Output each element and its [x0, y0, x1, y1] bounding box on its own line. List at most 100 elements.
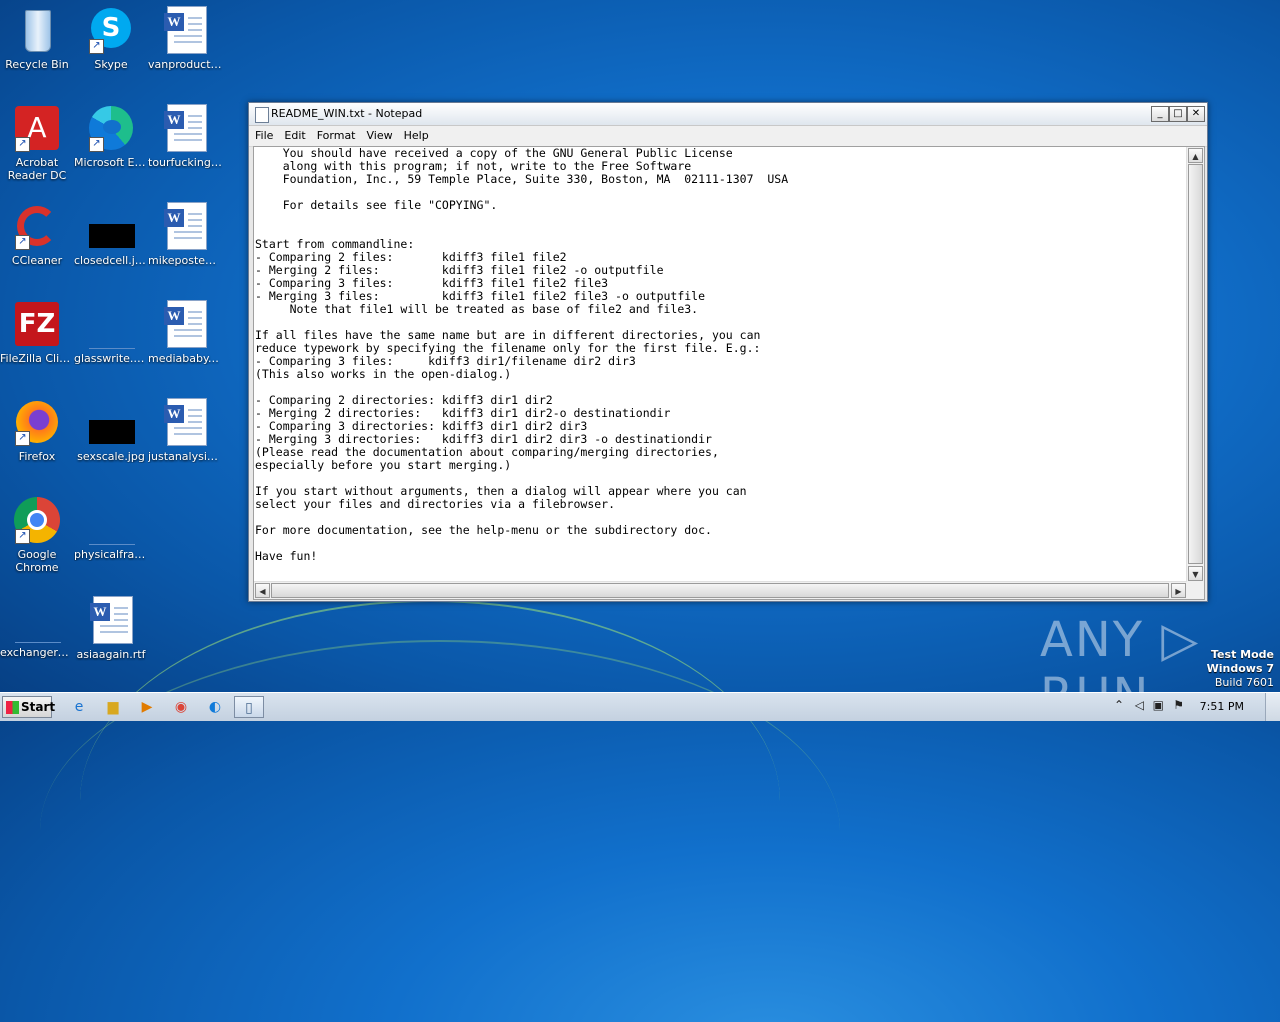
menu-bar: File Edit Format View Help — [249, 126, 1207, 147]
show-desktop-button[interactable] — [1265, 693, 1280, 721]
desktop-icon-sexscale[interactable]: sexscale.jpg — [74, 398, 148, 463]
edge-icon[interactable]: ◐ — [202, 696, 228, 718]
desktop-icon-label: justanalysis.... — [148, 450, 222, 463]
desktop-icon-label: exchangere... — [0, 646, 74, 659]
resize-grip[interactable] — [1187, 582, 1204, 599]
document-text[interactable]: You should have received a copy of the G… — [255, 147, 1185, 579]
desktop-icon-label: Acrobat Reader DC — [7, 156, 67, 182]
desktop-icon-label: vanproduct.... — [148, 58, 222, 71]
desktop-icon-mediababy[interactable]: W mediababy.rtf — [148, 300, 222, 365]
desktop-icon-label: Recycle Bin — [5, 58, 69, 71]
menu-help[interactable]: Help — [398, 126, 434, 142]
desktop-icon-label: physicalfran... — [74, 548, 148, 561]
desktop-icon-skype[interactable]: S ↗ Skype — [74, 6, 148, 71]
menu-edit[interactable]: Edit — [278, 126, 310, 142]
test-mode-notice: Test Mode Windows 7 Build 7601 — [1207, 648, 1274, 690]
image-thumbnail-icon — [87, 496, 135, 545]
desktop-icon-label: FileZilla Client — [0, 352, 74, 365]
word-document-icon: W — [161, 300, 209, 348]
scroll-up-arrow-icon[interactable]: ▲ — [1188, 148, 1203, 163]
desktop-icon-label: glasswrite.png — [74, 352, 148, 365]
start-button[interactable]: Start — [2, 696, 56, 718]
edge-icon: ↗ — [87, 104, 135, 152]
desktop-icon-acrobat[interactable]: A ↗ Acrobat Reader DC — [0, 104, 74, 182]
desktop-icon-label: Skype — [94, 58, 128, 71]
skype-icon: S ↗ — [87, 6, 135, 54]
desktop-icon-asiaagain[interactable]: W asiaagain.rtf — [74, 596, 148, 661]
desktop-icon-label: Google Chrome — [15, 548, 59, 574]
taskbar: Start e ▆ ▶ ◉ ◐ ▯ ⌃ ◁ ▣ ⚑ 7:51 PM — [0, 692, 1280, 721]
image-thumbnail-icon — [87, 300, 135, 349]
firefox-icon: ↗ — [13, 398, 61, 446]
vertical-scrollbar[interactable]: ▲ ▼ — [1186, 147, 1204, 582]
notepad-icon — [255, 107, 269, 123]
close-button[interactable]: ✕ — [1187, 106, 1205, 122]
minimize-button[interactable]: _ — [1151, 106, 1169, 122]
title-bar[interactable]: README_WIN.txt - Notepad _ □ ✕ — [249, 103, 1207, 126]
test-mode-label: Test Mode — [1211, 648, 1274, 661]
word-document-icon: W — [87, 596, 135, 644]
text-editor[interactable]: You should have received a copy of the G… — [253, 146, 1205, 600]
desktop-icon-recycle-bin[interactable]: Recycle Bin — [0, 6, 74, 71]
notepad-window[interactable]: README_WIN.txt - Notepad _ □ ✕ File Edit F… — [248, 102, 1208, 602]
maximize-button[interactable]: □ — [1169, 106, 1187, 122]
scroll-right-arrow-icon[interactable]: ▶ — [1171, 583, 1186, 598]
scroll-left-arrow-icon[interactable]: ◀ — [255, 583, 270, 598]
word-document-icon: W — [161, 6, 209, 54]
image-thumbnail-icon — [13, 594, 61, 643]
word-document-icon: W — [161, 398, 209, 446]
notepad-taskbar-button[interactable]: ▯ — [234, 696, 264, 718]
recycle-bin-icon — [13, 6, 61, 54]
filezilla-icon: FZ — [13, 300, 61, 348]
desktop-icon-label: sexscale.jpg — [77, 450, 145, 463]
start-label: Start — [21, 700, 56, 714]
menu-format[interactable]: Format — [311, 126, 361, 142]
word-document-icon: W — [161, 104, 209, 152]
desktop-icon-filezilla[interactable]: FZ FileZilla Client — [0, 300, 74, 365]
desktop-icon-vanproduct[interactable]: W vanproduct.... — [148, 6, 222, 71]
desktop-icon-justanalysis[interactable]: W justanalysis.... — [148, 398, 222, 463]
explorer-icon[interactable]: ▆ — [100, 696, 126, 718]
desktop-icon-label: closedcell.jpg — [74, 254, 148, 267]
desktop-icon-edge[interactable]: ↗ Microsoft Edge — [74, 104, 148, 169]
desktop-icon-chrome[interactable]: ↗ Google Chrome — [0, 496, 74, 574]
desktop-icon-label: Microsoft Edge — [74, 156, 148, 169]
ccleaner-icon: ↗ — [13, 202, 61, 250]
acrobat-icon: A ↗ — [13, 104, 61, 152]
menu-file[interactable]: File — [249, 126, 278, 142]
chrome-icon: ↗ — [13, 496, 61, 544]
desktop-icon-closedcell[interactable]: closedcell.jpg — [74, 202, 148, 267]
speaker-icon[interactable]: ◁ — [1135, 698, 1144, 712]
tray-expand-icon[interactable]: ⌃ — [1114, 698, 1124, 712]
menu-view[interactable]: View — [361, 126, 398, 142]
desktop-icon-firefox[interactable]: ↗ Firefox — [0, 398, 74, 463]
desktop-icon-label: tourfucking.rtf — [148, 156, 222, 169]
build-label: Build 7601 — [1214, 676, 1274, 689]
desktop-icon-glasswrite[interactable]: glasswrite.png — [74, 300, 148, 365]
windows-version-label: Windows 7 — [1206, 662, 1274, 675]
horizontal-scroll-thumb[interactable] — [271, 583, 1169, 598]
vertical-scroll-thumb[interactable] — [1188, 164, 1203, 564]
horizontal-scrollbar[interactable]: ◀ ▶ — [254, 581, 1187, 599]
image-thumbnail-icon — [87, 398, 135, 446]
media-player-icon[interactable]: ▶ — [134, 696, 160, 718]
desktop-icon-label: mikeposted.rtf — [148, 254, 222, 267]
desktop-icon-mikeposted[interactable]: W mikeposted.rtf — [148, 202, 222, 267]
clock[interactable]: 7:51 PM — [1200, 700, 1244, 713]
network-icon[interactable]: ▣ — [1153, 698, 1164, 712]
desktop-icon-label: asiaagain.rtf — [76, 648, 146, 661]
chrome-icon[interactable]: ◉ — [168, 696, 194, 718]
desktop-icon-ccleaner[interactable]: ↗ CCleaner — [0, 202, 74, 267]
desktop-icon-tourfucking[interactable]: W tourfucking.rtf — [148, 104, 222, 169]
desktop-icon-physicalfran[interactable]: physicalfran... — [74, 496, 148, 561]
image-thumbnail-icon — [87, 202, 135, 250]
internet-explorer-icon[interactable]: e — [66, 696, 92, 718]
action-center-flag-icon[interactable]: ⚑ — [1173, 698, 1184, 712]
desktop-icon-label: CCleaner — [11, 254, 63, 267]
word-document-icon: W — [161, 202, 209, 250]
scroll-down-arrow-icon[interactable]: ▼ — [1188, 566, 1203, 581]
desktop-icon-exchangere[interactable]: exchangere... — [0, 594, 74, 659]
window-title: README_WIN.txt - Notepad — [271, 107, 423, 120]
desktop-icon-label: Firefox — [18, 450, 56, 463]
windows-flag-icon — [6, 701, 19, 714]
